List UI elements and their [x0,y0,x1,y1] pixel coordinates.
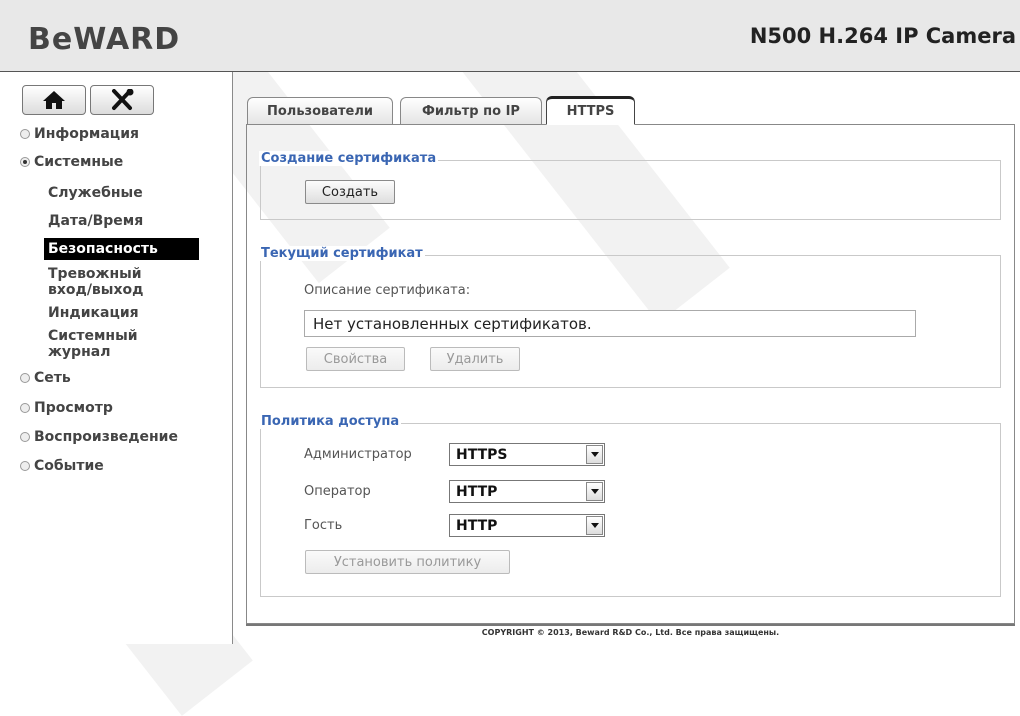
header: BeWARD N500 H.264 IP Camera [0,0,1020,72]
home-icon [43,91,65,109]
select-value: HTTPS [456,446,508,463]
cert-description-field[interactable]: Нет установленных сертификатов. [304,310,916,337]
policy-admin-select[interactable]: HTTPS [449,443,605,466]
nav-view[interactable]: Просмотр [20,400,113,416]
settings-button[interactable] [90,85,154,115]
radio-selected-icon [20,157,30,167]
select-value: HTTP [456,517,498,534]
policy-operator-select[interactable]: HTTP [449,480,605,503]
apply-policy-button[interactable]: Установить политику [305,550,510,574]
cert-delete-button[interactable]: Удалить [430,347,520,371]
radio-icon [20,432,30,442]
cert-description-label: Описание сертификата: [304,283,471,298]
tab-users[interactable]: Пользователи [247,97,393,124]
policy-operator-label: Оператор [304,484,371,499]
radio-icon [20,373,30,383]
access-policy-legend: Политика доступа [259,414,402,429]
select-value: HTTP [456,483,498,500]
nav-network[interactable]: Сеть [20,370,71,386]
camera-title: N500 H.264 IP Camera [749,24,1016,48]
tools-icon [112,89,134,110]
copyright-text: COPYRIGHT © 2013, Beward R&D Co., Ltd. В… [481,628,780,637]
nav-label: Просмотр [34,400,113,416]
nav-info[interactable]: Информация [20,126,139,142]
cert-properties-button[interactable]: Свойства [306,347,405,371]
nav-playback[interactable]: Воспроизведение [20,429,178,445]
nav-event[interactable]: Событие [20,458,104,474]
create-cert-legend: Создание сертификата [259,151,439,166]
chevron-down-icon[interactable] [586,482,603,501]
nav-label: Информация [34,126,139,142]
brand-logo: BeWARD [28,22,181,57]
policy-guest-select[interactable]: HTTP [449,514,605,537]
policy-admin-label: Администратор [304,447,412,462]
home-button[interactable] [22,85,86,115]
create-cert-button[interactable]: Создать [305,180,395,204]
footer-divider [246,624,1015,626]
sub-nav-alarm-io[interactable]: Тревожный вход/выход [48,266,168,298]
nav-system[interactable]: Системные [20,154,123,170]
sidebar: Информация Системные Служебные Дата/Врем… [0,72,233,644]
nav-label: Воспроизведение [34,429,178,445]
tab-ip-filter[interactable]: Фильтр по IP [400,97,542,124]
sub-nav-service[interactable]: Служебные [48,185,143,201]
tab-https[interactable]: HTTPS [546,96,635,125]
nav-label: Системные [34,154,124,170]
radio-icon [20,129,30,139]
nav-label: Сеть [34,370,71,386]
chevron-down-icon[interactable] [586,445,603,464]
sub-nav-indication[interactable]: Индикация [48,305,139,321]
current-cert-legend: Текущий сертификат [259,246,425,261]
policy-guest-label: Гость [304,518,343,533]
sub-nav-security[interactable]: Безопасность [44,238,199,260]
radio-icon [20,403,30,413]
sub-nav-datetime[interactable]: Дата/Время [48,213,143,229]
chevron-down-icon[interactable] [586,516,603,535]
sub-nav-syslog[interactable]: Системный журнал [48,328,158,360]
nav-label: Событие [34,458,104,474]
radio-icon [20,461,30,471]
